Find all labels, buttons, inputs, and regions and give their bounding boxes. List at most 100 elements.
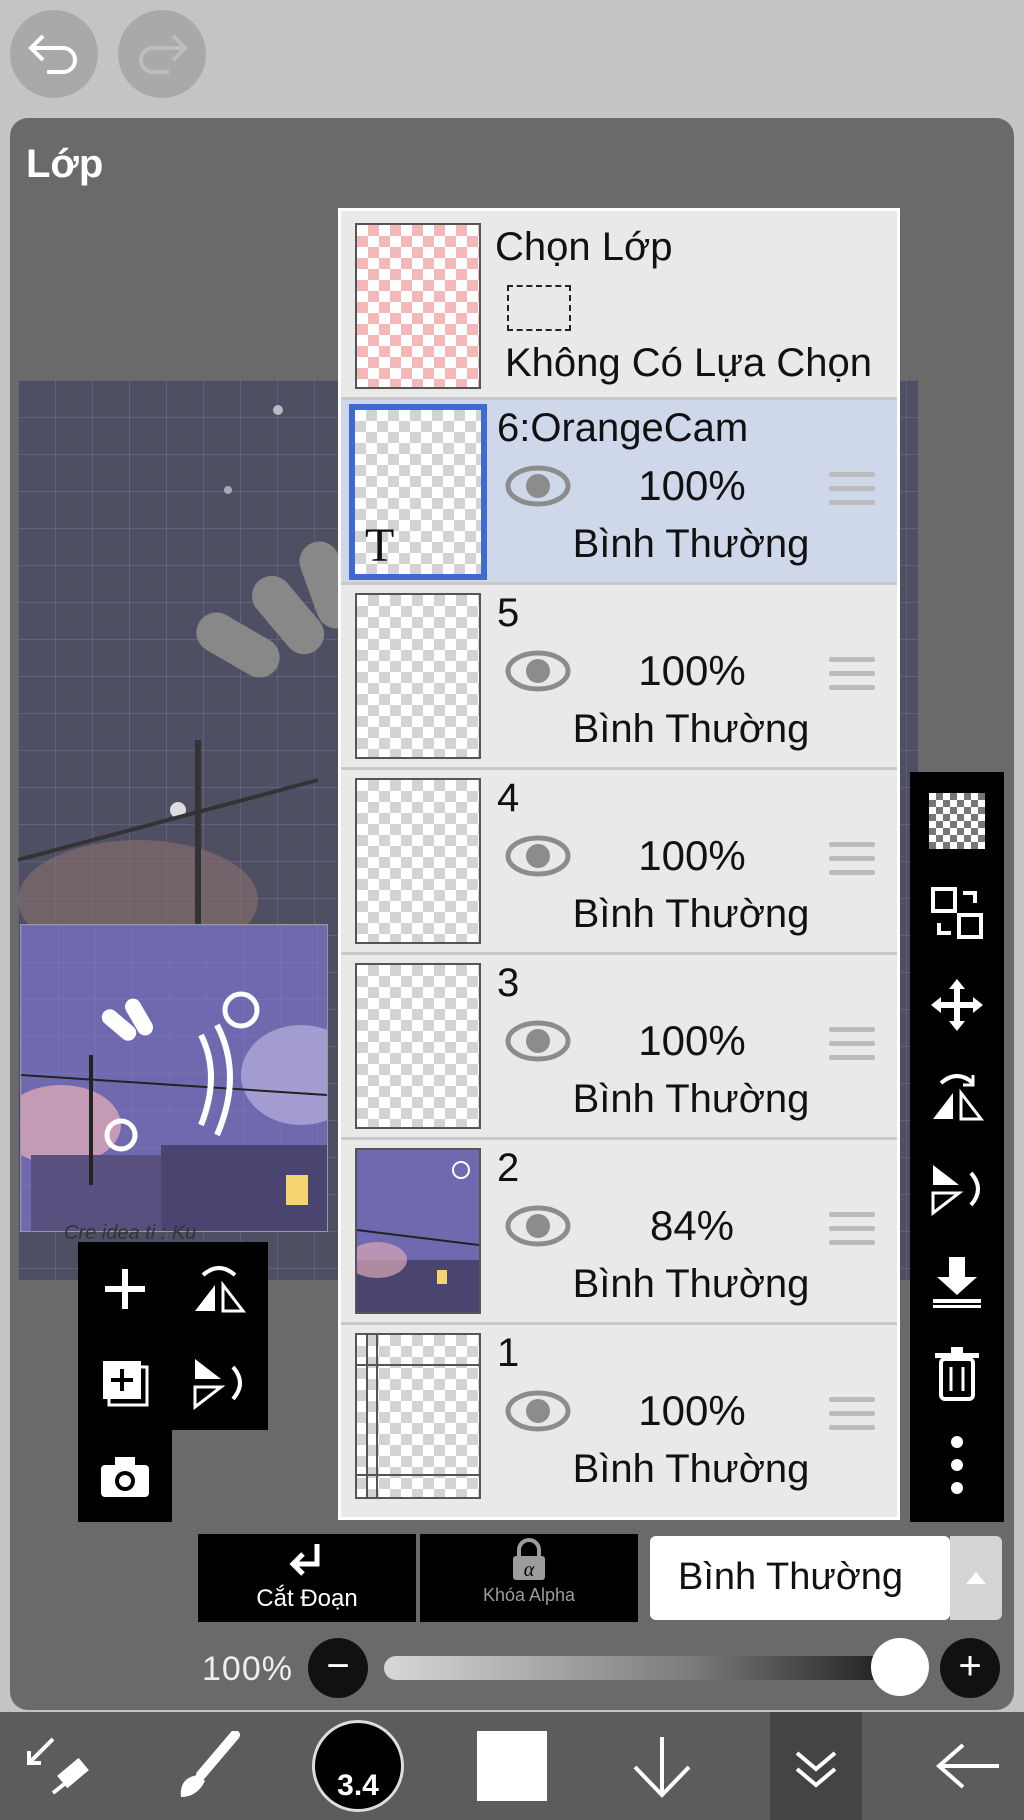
selection-marquee-icon bbox=[507, 285, 571, 331]
layer-thumbnail bbox=[355, 1333, 481, 1499]
bottom-toolbar: 3.4 bbox=[0, 1712, 1024, 1820]
back-button[interactable] bbox=[920, 1712, 1016, 1820]
layer-row[interactable]: T 6:OrangeCam 100% Bình Thường bbox=[341, 397, 897, 582]
layer-row[interactable]: 3 100% Bình Thường bbox=[341, 952, 897, 1137]
eye-icon[interactable] bbox=[505, 1204, 571, 1253]
flip-vertical-icon[interactable] bbox=[924, 1156, 990, 1222]
text-layer-icon: T bbox=[365, 519, 395, 572]
checker-icon[interactable] bbox=[924, 788, 990, 854]
drag-handle-icon[interactable] bbox=[829, 1027, 875, 1069]
layers-button[interactable] bbox=[770, 1712, 862, 1820]
color-swatch bbox=[477, 1731, 547, 1801]
color-button[interactable] bbox=[464, 1712, 560, 1820]
layer-opacity: 100% bbox=[638, 1017, 746, 1064]
opacity-slider[interactable] bbox=[384, 1656, 900, 1680]
drag-handle-icon[interactable] bbox=[829, 842, 875, 884]
layer-blend-mode: Bình Thường bbox=[572, 1262, 810, 1306]
layer-name: 3 bbox=[497, 961, 520, 1005]
layer-row[interactable]: 4 100% Bình Thường bbox=[341, 767, 897, 952]
redo-button[interactable] bbox=[118, 10, 206, 98]
layer-name: 1 bbox=[497, 1331, 520, 1375]
drag-handle-icon[interactable] bbox=[829, 472, 875, 514]
brush-size-button[interactable]: 3.4 bbox=[306, 1712, 410, 1820]
layer-thumbnail bbox=[355, 778, 481, 944]
redo-icon bbox=[135, 30, 189, 79]
layer-blend-mode: Bình Thường bbox=[572, 707, 810, 751]
layer-opacity: 100% bbox=[638, 647, 746, 694]
layer-blend-mode: Bình Thường bbox=[572, 1447, 810, 1491]
flip-layer-icon[interactable] bbox=[186, 1256, 252, 1322]
merge-down-icon[interactable] bbox=[924, 1248, 990, 1314]
opacity-slider-knob[interactable] bbox=[871, 1638, 929, 1696]
drag-handle-icon[interactable] bbox=[829, 1397, 875, 1439]
chevron-up-icon bbox=[966, 1572, 986, 1584]
lock-icon: α bbox=[513, 1538, 545, 1581]
blend-mode-value: Bình Thường bbox=[678, 1556, 904, 1598]
layer-down-button[interactable] bbox=[614, 1712, 710, 1820]
layer-blend-mode: Bình Thường bbox=[572, 1077, 810, 1121]
layer-thumbnail bbox=[355, 1148, 481, 1314]
layer-name: 2 bbox=[497, 1146, 520, 1190]
layer-thumbnail: T bbox=[349, 404, 487, 580]
camera-icon[interactable] bbox=[92, 1444, 158, 1510]
layer-name: 5 bbox=[497, 591, 520, 635]
duplicate-icon[interactable] bbox=[92, 1350, 158, 1416]
undo-icon bbox=[27, 30, 81, 79]
layer-row[interactable]: 2 84% Bình Thường bbox=[341, 1137, 897, 1322]
clip-arrow-icon bbox=[289, 1544, 320, 1576]
opacity-increase-button[interactable]: + bbox=[940, 1638, 1000, 1698]
alpha-lock-label: Khóa Alpha bbox=[482, 1585, 576, 1605]
layer-tools-bar bbox=[910, 772, 1004, 1522]
layer-row[interactable]: 1 100% Bình Thường bbox=[341, 1322, 897, 1507]
eye-icon[interactable] bbox=[505, 649, 571, 698]
move-icon[interactable] bbox=[924, 972, 990, 1038]
layer-thumbnail bbox=[355, 593, 481, 759]
selection-layer-row[interactable]: Chọn Lớp Không Có Lựa Chọn bbox=[341, 211, 897, 397]
layer-blend-mode: Bình Thường bbox=[572, 892, 810, 936]
flip-horizontal-icon[interactable] bbox=[924, 1064, 990, 1130]
opacity-label: 100% bbox=[202, 1650, 293, 1688]
undo-button[interactable] bbox=[10, 10, 98, 98]
transfer-icon[interactable] bbox=[924, 880, 990, 946]
layer-name: 6:OrangeCam bbox=[497, 406, 749, 450]
brush-tool-button[interactable] bbox=[160, 1712, 256, 1820]
transform-tool-button[interactable] bbox=[10, 1712, 106, 1820]
blend-mode-select[interactable]: Bình Thường bbox=[650, 1536, 950, 1620]
panel-title: Lớp bbox=[26, 142, 104, 186]
opacity-decrease-button[interactable]: − bbox=[308, 1638, 368, 1698]
blend-dropdown-button[interactable] bbox=[950, 1536, 1002, 1620]
selection-title: Chọn Lớp bbox=[495, 225, 673, 269]
trash-icon[interactable] bbox=[924, 1340, 990, 1406]
selection-thumbnail bbox=[355, 223, 481, 389]
add-layer-icon[interactable] bbox=[92, 1256, 158, 1322]
eye-icon[interactable] bbox=[505, 834, 571, 883]
svg-text:α: α bbox=[524, 1559, 535, 1581]
layer-list[interactable]: Chọn Lớp Không Có Lựa Chọn T 6:OrangeCam… bbox=[338, 208, 900, 1520]
more-icon[interactable] bbox=[924, 1432, 990, 1498]
layer-quick-tools-lower bbox=[78, 1430, 172, 1522]
selection-status: Không Có Lựa Chọn bbox=[505, 341, 873, 385]
brush-size-value: 3.4 bbox=[337, 1769, 379, 1802]
drag-handle-icon[interactable] bbox=[829, 657, 875, 699]
layer-opacity: 84% bbox=[649, 1202, 735, 1249]
eye-icon[interactable] bbox=[505, 464, 571, 513]
rotate-layer-icon[interactable] bbox=[186, 1350, 252, 1416]
transform-icon bbox=[27, 1737, 89, 1795]
eye-icon[interactable] bbox=[505, 1389, 571, 1438]
layer-opacity: 100% bbox=[638, 1387, 746, 1434]
layer-name: 4 bbox=[497, 776, 520, 820]
alpha-lock-button[interactable]: α Khóa Alpha bbox=[420, 1534, 638, 1622]
layer-blend-mode: Bình Thường bbox=[572, 522, 810, 566]
layer-opacity: 100% bbox=[638, 832, 746, 879]
clipping-button[interactable]: Cắt Đoạn bbox=[198, 1534, 416, 1622]
drag-handle-icon[interactable] bbox=[829, 1212, 875, 1254]
canvas-thumbnail bbox=[20, 924, 328, 1232]
arrow-down-icon bbox=[633, 1737, 691, 1798]
layer-row[interactable]: 5 100% Bình Thường bbox=[341, 582, 897, 767]
double-chevron-down-icon bbox=[795, 1751, 837, 1788]
layer-thumbnail bbox=[355, 963, 481, 1129]
arrow-left-icon bbox=[935, 1743, 999, 1789]
layer-opacity: 100% bbox=[638, 462, 746, 509]
brush-icon bbox=[180, 1731, 240, 1797]
eye-icon[interactable] bbox=[505, 1019, 571, 1068]
